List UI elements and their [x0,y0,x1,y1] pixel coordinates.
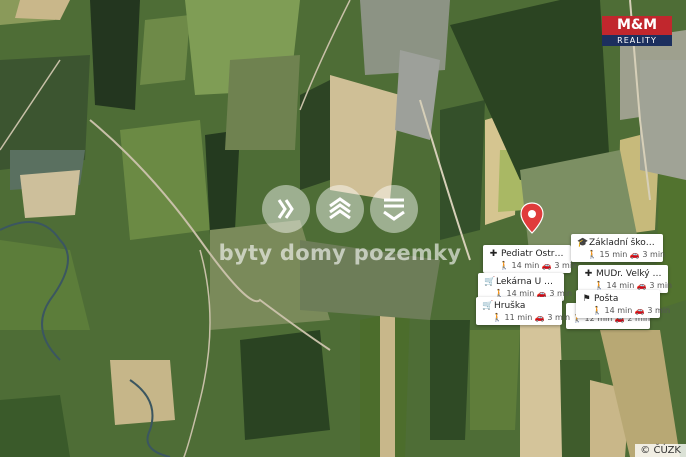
watermark-icon-3 [370,185,418,233]
watermark-text: byty domy pozemky [218,241,462,265]
watermark-icon-2 [316,185,364,233]
drive-time: 3 min [649,281,673,290]
copyright: © ČÚZK [635,444,686,457]
walk-time: 14 min [606,281,635,290]
walk-icon: 🚶 [592,306,602,315]
walk-time: 14 min [511,261,540,270]
poi-card-zakladni-skola[interactable]: 🎓Základní škola Os... 🚶 15 min 🚗 3 min [571,234,666,262]
car-icon: 🚗 [534,313,545,322]
walk-time: 14 min [604,306,633,315]
pharmacy-icon: 🛒 [484,277,496,287]
logo-sub: REALITY [602,35,672,46]
walk-icon: 🚶 [492,313,502,322]
watermark: byty domy pozemky [205,185,475,285]
poi-name: Lekárna U Svatéh... [496,277,558,287]
poi-card-hruska[interactable]: 🛒Hruška 🚶 11 min 🚗 3 min [476,297,570,325]
poi-card-posta[interactable]: ⚑ Pošta 🚶 14 min 🚗 3 min [576,290,670,318]
walk-icon: 🚶 [499,261,509,270]
logo-brand: M&M [602,16,672,35]
hospital-icon: ✚ [489,249,498,259]
drive-time: 3 min [554,261,578,270]
poi-name: Pediatr Ostrava - ... [501,249,565,259]
car-icon: 🚗 [636,281,647,290]
drive-time: 3 min [642,250,666,259]
drive-time: 3 min [547,313,571,322]
post-office-icon: ⚑ [582,294,591,304]
car-icon: 🚗 [541,261,552,270]
walk-icon: 🚶 [587,250,597,259]
school-icon: 🎓 [577,238,589,248]
car-icon: 🚗 [629,250,640,259]
poi-name: Pošta [594,294,619,304]
shop-icon: 🛒 [482,301,494,311]
watermark-icon-1 [262,185,310,233]
poi-name: Základní škola Os... [589,238,657,248]
walk-time: 11 min [504,313,533,322]
car-icon: 🚗 [634,306,645,315]
hospital-icon: ✚ [584,269,593,279]
poi-name: MUDr. Velký Oldři... [596,269,662,279]
drive-time: 3 min [647,306,671,315]
location-pin-icon[interactable] [519,202,545,234]
poi-card-pediatr[interactable]: ✚Pediatr Ostrava - ... 🚶 14 min 🚗 3 min [483,245,577,273]
poi-card-mudr[interactable]: ✚MUDr. Velký Oldři... 🚶 14 min 🚗 3 min [578,265,672,293]
walk-icon: 🚶 [594,281,604,290]
brand-logo: M&M REALITY [602,16,672,46]
poi-name: Hruška [494,301,526,311]
walk-time: 15 min [599,250,628,259]
